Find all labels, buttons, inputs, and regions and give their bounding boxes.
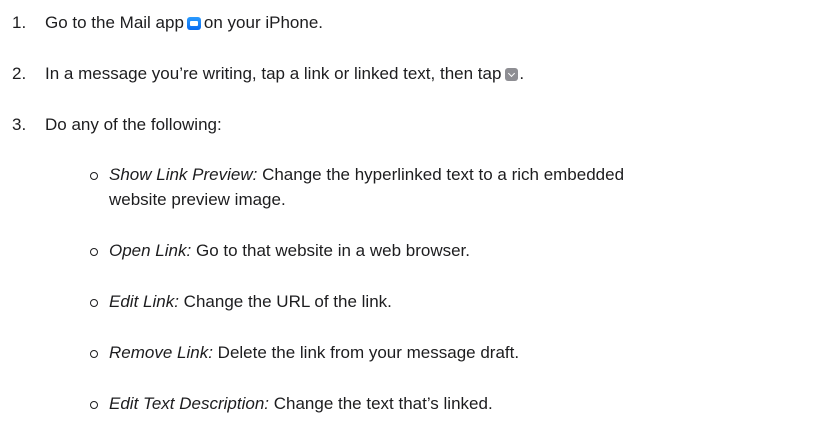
step-text: In a message you’re writing, tap a link … — [45, 64, 525, 83]
bullet-icon — [90, 350, 98, 358]
bullet-icon — [90, 248, 98, 256]
option-term: Edit Text Description: — [109, 394, 269, 413]
option-description: Go to that website in a web browser. — [195, 241, 471, 260]
option-term: Show Link Preview: — [109, 165, 258, 184]
step-number: 2. — [12, 64, 27, 83]
step-text: Do any of the following: — [45, 115, 222, 134]
bullet-icon — [90, 401, 98, 409]
step-number: 1. — [12, 13, 27, 32]
option-description: Delete the link from your message draft. — [217, 343, 520, 362]
mail-app-icon — [186, 17, 201, 30]
bullet-icon — [90, 299, 98, 307]
option-description-continued: website preview image. — [109, 190, 286, 209]
chevron-down-icon — [505, 68, 519, 81]
bullet-icon — [90, 172, 98, 180]
option-description: Change the text that’s linked. — [273, 394, 493, 413]
option-description: Change the URL of the link. — [183, 292, 392, 311]
option-description: Change the hyperlinked text to a rich em… — [262, 165, 625, 184]
option-term: Open Link: — [109, 241, 192, 260]
step-text: Go to the Mail app on your iPhone. — [45, 13, 324, 32]
step-number: 3. — [12, 115, 27, 134]
option-term: Edit Link: — [109, 292, 179, 311]
option-term: Remove Link: — [109, 343, 213, 362]
